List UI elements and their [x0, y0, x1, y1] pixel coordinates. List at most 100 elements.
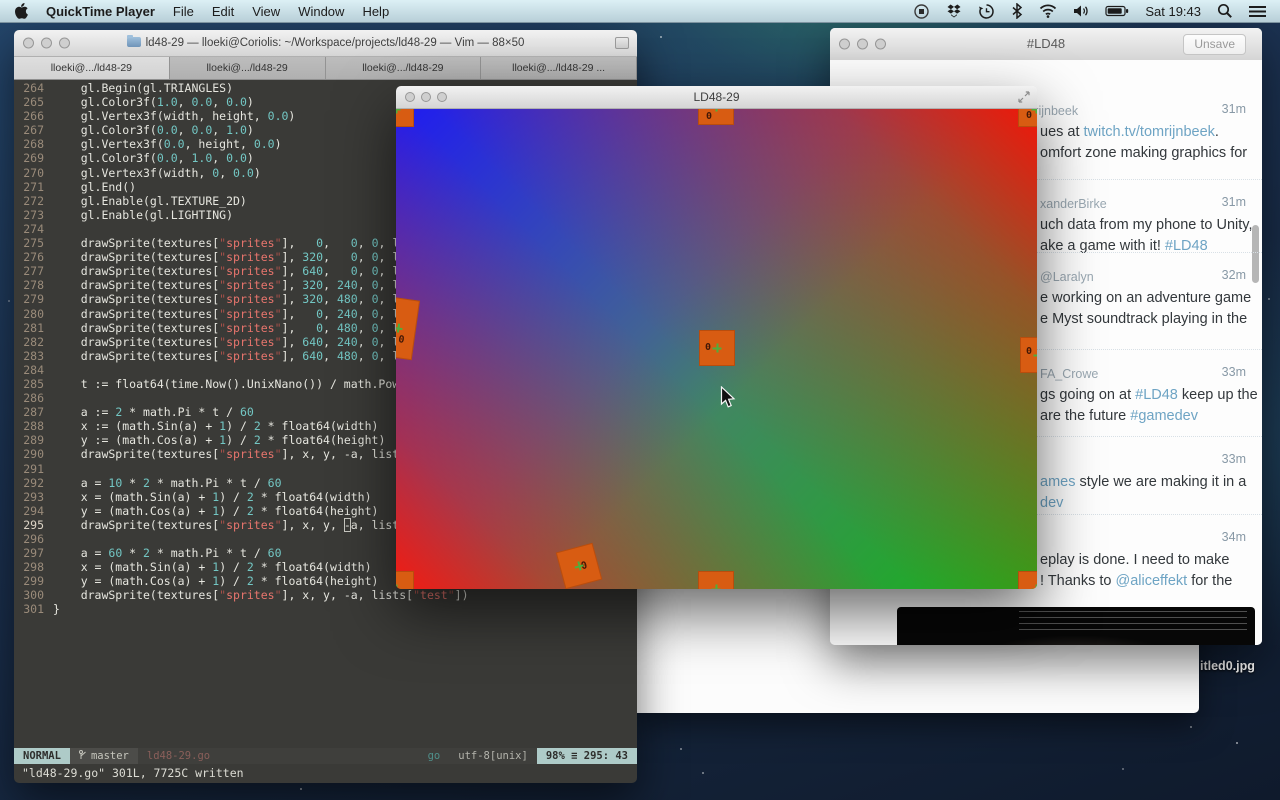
terminal-tab[interactable]: lloeki@.../ld48-29	[14, 57, 170, 79]
tweet-timestamp: 31m	[1222, 195, 1246, 209]
game-canvas[interactable]: 0000000000	[396, 109, 1037, 589]
code-text: }	[53, 602, 60, 616]
terminal-window-controls	[23, 38, 77, 49]
media-caption-lines	[1019, 611, 1247, 635]
line-number: 265	[22, 95, 44, 109]
menu-item-window[interactable]: Window	[298, 4, 344, 19]
game-sprite: 0	[699, 330, 735, 366]
tweet-text-segment: ues at	[1040, 124, 1084, 140]
code-text: a = 60 * 2 * math.Pi * t / 60	[53, 546, 282, 560]
line-number: 290	[22, 447, 44, 461]
line-number: 293	[22, 490, 44, 504]
menu-item-view[interactable]: View	[252, 4, 280, 19]
close-button[interactable]	[405, 92, 415, 102]
line-number: 289	[22, 433, 44, 447]
vim-line: 300 drawSprite(textures["sprites"], x, y…	[22, 588, 637, 602]
line-number: 285	[22, 377, 44, 391]
line-number: 278	[22, 278, 44, 292]
scrollbar[interactable]	[1252, 225, 1259, 283]
minimize-button[interactable]	[857, 39, 868, 50]
tweet-author[interactable]: xanderBirke	[1040, 195, 1107, 213]
dropbox-icon[interactable]	[946, 3, 962, 19]
tab-overview-icon[interactable]	[615, 37, 629, 49]
bluetooth-icon[interactable]	[1011, 3, 1023, 19]
active-app-name[interactable]: QuickTime Player	[46, 4, 155, 19]
tweet-link[interactable]: dev	[1040, 495, 1063, 511]
line-number: 268	[22, 137, 44, 151]
line-number: 269	[22, 151, 44, 165]
fullscreen-icon[interactable]	[1018, 91, 1030, 103]
sprite-center-cross-icon	[712, 109, 721, 112]
terminal-tabbar: lloeki@.../ld48-29lloeki@.../ld48-29lloe…	[14, 57, 637, 80]
tweet-text-segment: eplay is done. I need to make	[1040, 552, 1229, 568]
code-text: gl.Vertex3f(width, height, 0.0)	[53, 109, 295, 123]
game-sprite: 0	[396, 571, 414, 589]
unsave-button[interactable]: Unsave	[1183, 34, 1246, 55]
volume-icon[interactable]	[1073, 4, 1089, 18]
line-number: 280	[22, 307, 44, 321]
menu-item-file[interactable]: File	[173, 4, 194, 19]
battery-icon[interactable]	[1105, 5, 1129, 17]
close-button[interactable]	[23, 38, 34, 49]
minimize-button[interactable]	[41, 38, 52, 49]
terminal-tab[interactable]: lloeki@.../ld48-29 ...	[481, 57, 637, 79]
tweet-text-segment: are the future	[1040, 408, 1130, 424]
menu-item-help[interactable]: Help	[362, 4, 389, 19]
code-text: gl.Color3f(0.0, 0.0, 1.0)	[53, 123, 254, 137]
tweet-text-segment: e Myst soundtrack playing in the	[1040, 311, 1247, 327]
tweet-link[interactable]: ames	[1040, 474, 1075, 490]
game-titlebar[interactable]: LD48-29	[396, 86, 1037, 109]
tweet-media-image[interactable]	[897, 607, 1255, 645]
tweet-text-segment: ! Thanks to	[1040, 573, 1116, 589]
zoom-button[interactable]	[437, 92, 447, 102]
notification-list-icon[interactable]	[1249, 5, 1266, 18]
line-number: 287	[22, 405, 44, 419]
terminal-title: ld48-29 — lloeki@Coriolis: ~/Workspace/p…	[14, 30, 637, 56]
code-text: gl.Color3f(1.0, 0.0, 0.0)	[53, 95, 254, 109]
terminal-tab[interactable]: lloeki@.../ld48-29	[326, 57, 482, 79]
apple-menu[interactable]	[14, 3, 28, 19]
code-text: drawSprite(textures["sprites"], 640, 0, …	[53, 264, 406, 278]
game-sprite: 0	[1018, 109, 1037, 127]
line-number: 291	[22, 462, 44, 476]
tweet-link[interactable]: #LD48	[1135, 387, 1178, 403]
menu-bar-clock[interactable]: Sat 19:43	[1145, 4, 1201, 19]
code-text: drawSprite(textures["sprites"], 640, 240…	[53, 335, 406, 349]
tweet-text: uch data from my phone to Unity,	[1040, 217, 1253, 233]
close-button[interactable]	[839, 39, 850, 50]
vim-mode: NORMAL	[14, 748, 70, 764]
code-text: drawSprite(textures["sprites"], 320, 480…	[53, 292, 406, 306]
wifi-icon[interactable]	[1039, 4, 1057, 18]
line-number: 271	[22, 180, 44, 194]
code-text: drawSprite(textures["sprites"], 0, 480, …	[53, 321, 406, 335]
game-title: LD48-29	[396, 86, 1037, 108]
tweet-link[interactable]: @aliceffekt	[1116, 573, 1188, 589]
record-stop-icon[interactable]	[913, 3, 930, 20]
terminal-tab[interactable]: lloeki@.../ld48-29	[170, 57, 326, 79]
tweet-author[interactable]: @Laralyn	[1040, 268, 1094, 286]
twitter-titlebar[interactable]: #LD48 Unsave	[830, 28, 1262, 61]
game-sprite: 0	[698, 109, 734, 125]
zoom-button[interactable]	[59, 38, 70, 49]
sprite-label: 0	[706, 112, 712, 122]
menu-item-edit[interactable]: Edit	[212, 4, 234, 19]
code-text: x = (math.Sin(a) + 1) / 2 * float64(widt…	[53, 490, 372, 504]
tweet-link[interactable]: twitch.tv/tomrijnbeek	[1084, 124, 1215, 140]
tweet-author[interactable]: FA_Crowe	[1040, 365, 1098, 383]
terminal-titlebar[interactable]: ld48-29 — lloeki@Coriolis: ~/Workspace/p…	[14, 30, 637, 57]
tweet-timestamp: 32m	[1222, 268, 1246, 282]
tweet-link[interactable]: #gamedev	[1130, 408, 1198, 424]
code-text: drawSprite(textures["sprites"], 320, 0, …	[53, 250, 406, 264]
code-text: gl.Vertex3f(0.0, height, 0.0)	[53, 137, 282, 151]
time-machine-icon[interactable]	[978, 3, 995, 20]
line-number: 295	[22, 518, 44, 532]
sprite-label: 0	[398, 335, 405, 346]
line-number: 276	[22, 250, 44, 264]
spotlight-icon[interactable]	[1217, 3, 1233, 19]
tweet-text-segment: keep up the	[1178, 387, 1258, 403]
desktop-icon-label[interactable]: itled0.jpg	[1200, 659, 1255, 673]
sprite-label: 0	[705, 343, 711, 353]
zoom-button[interactable]	[875, 39, 886, 50]
minimize-button[interactable]	[421, 92, 431, 102]
sprite-center-cross-icon	[396, 109, 401, 114]
